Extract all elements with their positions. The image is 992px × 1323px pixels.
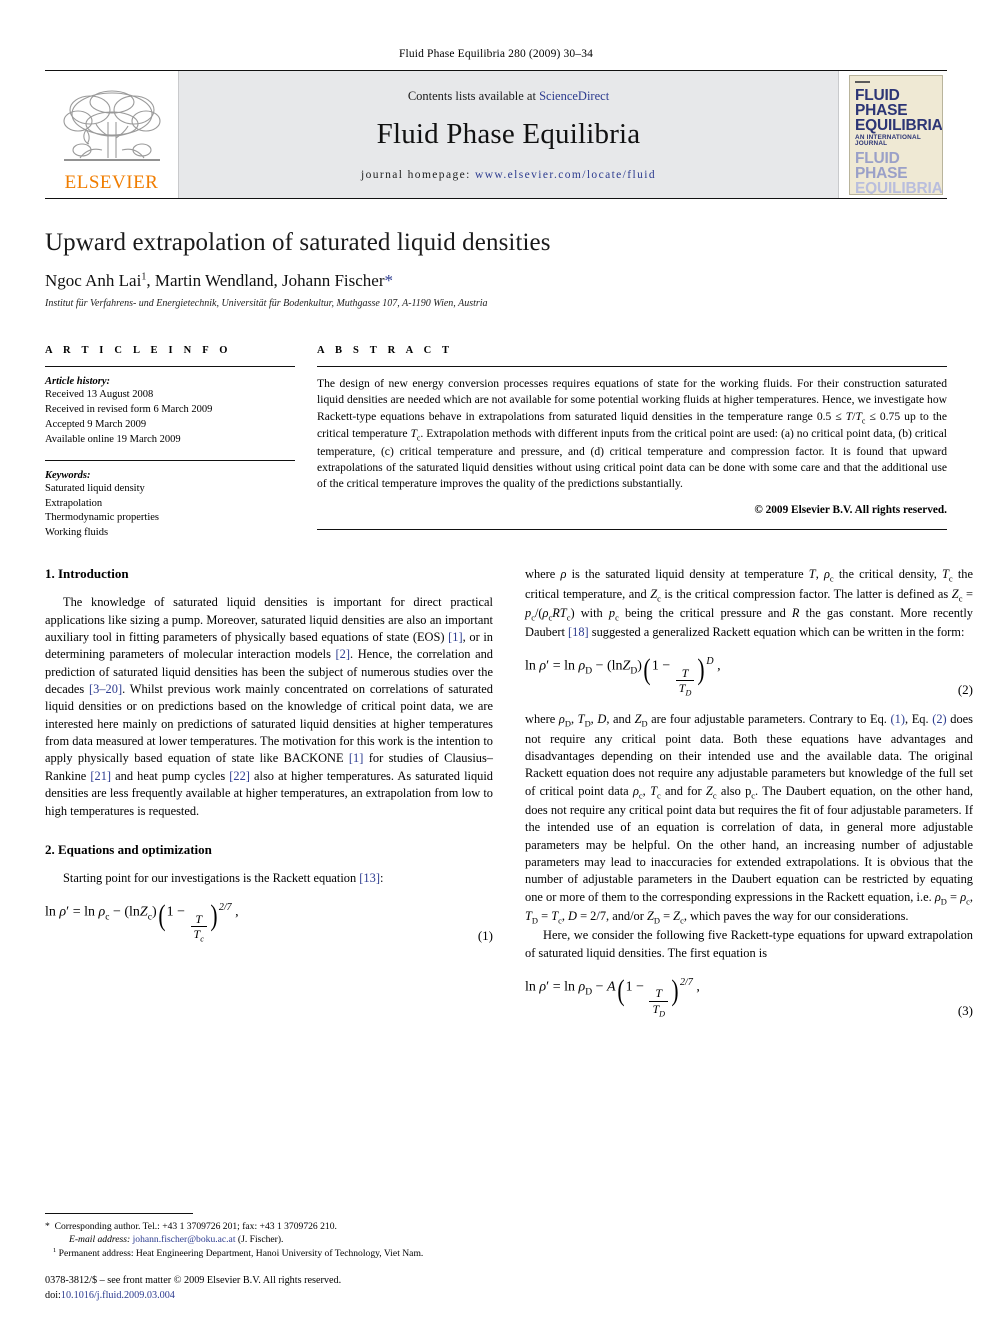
equations-intro-paragraph: Starting point for our investigations is… (63, 870, 384, 885)
elsevier-logo: ELSEVIER (45, 71, 178, 198)
keyword-item: Thermodynamic properties (45, 512, 160, 524)
keywords-rule (45, 459, 295, 461)
article-info-heading: A R T I C L E I N F O (45, 345, 232, 356)
equation-1: ln ρ′ = ln ρc − (lnZc)(1 − T Tc)2/7 , (1) (45, 898, 493, 944)
journal-cover-thumbnail: FLUID PHASE EQUILIBRIA AN INTERNATIONAL … (839, 71, 947, 198)
keywords-label: Keywords: (45, 469, 91, 481)
abstract-bottom-rule (317, 528, 947, 530)
permanent-address-note: 1 Permanent address: Heat Engineering De… (53, 1247, 424, 1260)
author-list: Ngoc Anh Lai1, Martin Wendland, Johann F… (45, 271, 393, 290)
right-paragraph-2: where ρD, TD, D, and ZD are four adjusta… (525, 712, 974, 926)
equation-3-number: (3) (957, 1002, 973, 1018)
email-label: E-mail address: (69, 1233, 131, 1245)
history-item: Received in revised form 6 March 2009 (45, 403, 213, 415)
body-column-left: 1. Introduction The knowledge of saturat… (45, 566, 493, 1032)
history-item: Received 13 August 2008 (45, 389, 154, 400)
doi-link[interactable]: 10.1016/j.fluid.2009.03.004 (61, 1290, 175, 1301)
keyword-item: Saturated liquid density (45, 482, 145, 494)
masthead-bottom-rule (45, 198, 947, 199)
history-item: Available online 19 March 2009 (45, 433, 181, 445)
elsevier-wordmark: ELSEVIER (64, 172, 159, 193)
abstract-rule (317, 366, 947, 367)
equation-3: ln ρ′ = ln ρD − A(1 − T TD)2/7 , (3) (525, 973, 973, 1019)
footnote-block: * Corresponding author. Tel.: +43 1 3709… (45, 1212, 493, 1303)
equation-3-expression: ln ρ′ = ln ρD − A(1 − T TD)2/7 , (525, 973, 700, 1019)
running-head: Fluid Phase Equilibria 280 (2009) 30–34 (399, 48, 593, 60)
equation-1-expression: ln ρ′ = ln ρc − (lnZc)(1 − T Tc)2/7 , (45, 898, 239, 944)
section-heading-equations: 2. Equations and optimization (45, 841, 212, 857)
contents-prefix: Contents lists available at (407, 88, 540, 103)
issn-front-matter: 0378-3812/$ – see front matter © 2009 El… (45, 1275, 342, 1287)
cover-line-5: EQUILIBRIA (855, 180, 943, 195)
doi-line: doi:10.1016/j.fluid.2009.03.004 (45, 1289, 493, 1303)
article-info-rule (45, 366, 295, 367)
journal-banner: Contents lists available at ScienceDirec… (178, 71, 839, 198)
cover-line-1: FLUID PHASE (855, 86, 908, 119)
cover-line-3: AN INTERNATIONAL JOURNAL (855, 133, 921, 147)
journal-title: Fluid Phase Equilibria (376, 117, 641, 150)
article-info-column: A R T I C L E I N F O Article history: R… (45, 345, 295, 541)
section-heading-introduction: 1. Introduction (45, 566, 129, 582)
sciencedirect-link[interactable]: ScienceDirect (539, 89, 609, 103)
page-title: Upward extrapolation of saturated liquid… (45, 229, 551, 256)
equation-1-number: (1) (477, 928, 493, 944)
body-column-right: where ρ is the saturated liquid density … (525, 566, 973, 1032)
footnote-rule (45, 1212, 193, 1214)
cover-line-4: FLUID PHASE (855, 150, 908, 183)
body-columns: 1. Introduction The knowledge of saturat… (45, 566, 973, 1032)
abstract-copyright: © 2009 Elsevier B.V. All rights reserved… (754, 503, 947, 516)
cover-publisher-logo-icon (855, 80, 870, 83)
article-history-label: Article history: (45, 376, 111, 387)
affiliation: Institut für Verfahrens- und Energietech… (45, 298, 488, 309)
equation-2-expression: ln ρ′ = ln ρD − (lnZD)(1 − T TD)D , (525, 653, 721, 698)
elsevier-tree-icon (62, 90, 161, 161)
abstract-heading: A B S T R A C T (317, 345, 454, 356)
homepage-prefix: journal homepage: (361, 168, 475, 181)
paper-page: Fluid Phase Equilibria 280 (2009) 30–34 (0, 0, 992, 1323)
abstract-column: A B S T R A C T The design of new energy… (317, 345, 947, 541)
keyword-item: Extrapolation (45, 497, 103, 509)
history-item: Accepted 9 March 2009 (45, 418, 147, 430)
right-paragraph-1: where ρ is the saturated liquid density … (525, 567, 973, 640)
equation-2: ln ρ′ = ln ρD − (lnZD)(1 − T TD)D , (2) (525, 653, 973, 698)
info-abstract-block: A R T I C L E I N F O Article history: R… (45, 345, 947, 541)
email-link[interactable]: johann.fischer@boku.ac.at (133, 1234, 236, 1245)
email-note: E-mail address: johann.fischer@boku.ac.a… (45, 1233, 493, 1246)
journal-homepage-link[interactable]: www.elsevier.com/locate/fluid (475, 169, 656, 181)
journal-masthead: ELSEVIER Contents lists available at Sci… (45, 71, 947, 198)
equation-2-number: (2) (957, 682, 973, 698)
imprint-block: 0378-3812/$ – see front matter © 2009 El… (45, 1274, 493, 1303)
journal-homepage-line: journal homepage: www.elsevier.com/locat… (361, 169, 656, 181)
email-suffix: (J. Fischer). (237, 1233, 284, 1245)
abstract-text: The design of new energy conversion proc… (317, 377, 947, 491)
intro-paragraph: The knowledge of saturated liquid densit… (45, 595, 494, 818)
corresponding-author-note: * Corresponding author. Tel.: +43 1 3709… (45, 1220, 337, 1232)
keyword-item: Working fluids (45, 527, 109, 539)
contents-available-line: Contents lists available at ScienceDirec… (408, 89, 609, 104)
cover-line-2: EQUILIBRIA (855, 116, 943, 134)
right-paragraph-3: Here, we consider the following five Rac… (525, 928, 973, 960)
cover-art: FLUID PHASE EQUILIBRIA AN INTERNATIONAL … (849, 74, 943, 195)
doi-label: doi: (45, 1289, 61, 1301)
